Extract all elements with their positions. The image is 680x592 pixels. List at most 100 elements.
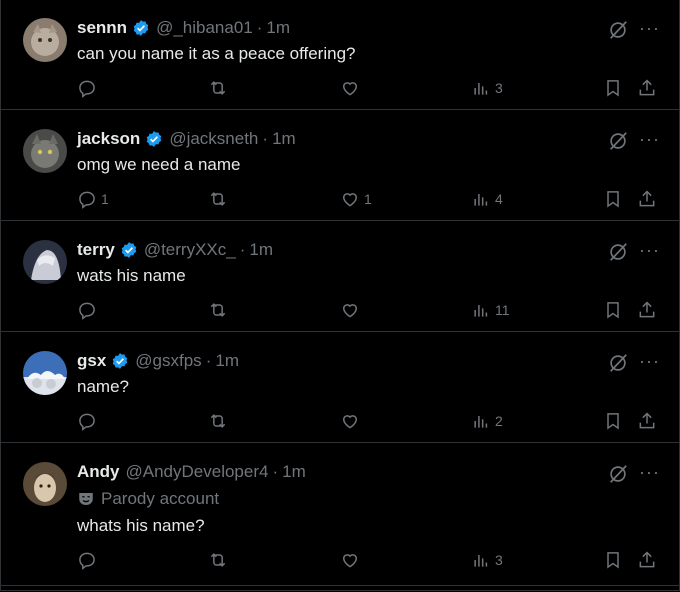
bookmark-button[interactable] [603,550,623,570]
display-name[interactable]: gsx [77,351,106,371]
grok-icon[interactable] [607,241,629,268]
more-icon[interactable]: ··· [639,129,660,150]
views-button[interactable]: 4 [471,189,503,209]
share-icon [639,79,655,96]
timestamp[interactable]: 1m [249,240,273,260]
views-count: 3 [495,80,503,96]
post-header: gsx @gsxfps · 1m [77,351,239,371]
views-count: 2 [495,413,503,429]
like-icon [342,554,358,568]
display-name[interactable]: jackson [77,129,140,149]
views-icon [474,83,488,95]
handle[interactable]: @terryXXc_ [144,240,236,260]
avatar[interactable] [23,129,67,173]
repost-button[interactable] [207,300,229,320]
post[interactable]: jackson @jacksneth · 1m omg we need a na… [1,111,680,221]
timestamp[interactable]: 1m [282,462,306,482]
display-name[interactable]: terry [77,240,115,260]
views-icon [474,194,488,206]
more-icon[interactable]: ··· [639,351,660,372]
timestamp[interactable]: 1m [266,18,290,38]
share-button[interactable] [637,300,657,320]
views-button[interactable]: 2 [471,411,503,431]
views-icon [474,555,488,567]
avatar[interactable] [23,18,67,62]
bookmark-button[interactable] [603,411,623,431]
timestamp[interactable]: 1m [215,351,239,371]
reply-icon [79,413,95,431]
repost-button[interactable] [207,411,229,431]
views-button[interactable]: 11 [471,300,510,320]
grok-icon[interactable] [607,19,629,46]
like-button[interactable] [340,78,364,98]
reply-button[interactable] [77,550,101,570]
reply-button[interactable]: 1 [77,189,109,209]
bookmark-button[interactable] [603,189,623,209]
post-header: terry @terryXXc_ · 1m [77,240,273,260]
reply-button[interactable] [77,411,101,431]
repost-icon [210,192,226,206]
reply-count: 1 [101,191,109,207]
post-header: sennn @_hibana01 · 1m [77,18,290,38]
views-button[interactable]: 3 [471,550,503,570]
post-text: omg we need a name [77,155,241,174]
repost-button[interactable] [207,78,229,98]
share-icon [639,551,655,568]
verified-badge-icon [120,241,138,259]
like-button[interactable]: 1 [340,189,372,209]
share-button[interactable] [637,78,657,98]
like-button[interactable] [340,300,364,320]
views-count: 3 [495,552,503,568]
bookmark-icon [607,191,619,208]
grok-icon[interactable] [607,463,629,490]
action-bar: 3 [1,550,680,574]
parody-label-text: Parody account [101,489,220,508]
share-button[interactable] [637,189,657,209]
post-text: whats his name? [77,516,205,535]
more-icon[interactable]: ··· [639,240,660,261]
parody-label: Parody account [77,489,219,509]
handle[interactable]: @jacksneth [169,129,258,149]
grok-icon[interactable] [607,352,629,379]
post[interactable]: sennn @_hibana01 · 1m can you name it as… [1,0,680,110]
bookmark-icon [607,413,619,430]
reply-button[interactable] [77,78,101,98]
verified-badge-icon [111,352,129,370]
more-icon[interactable]: ··· [639,462,660,483]
display-name[interactable]: Andy [77,462,120,482]
repost-icon [210,81,226,95]
post[interactable]: Andy @AndyDeveloper4 · 1m Parody account… [1,444,680,586]
repost-button[interactable] [207,189,229,209]
reply-icon [79,302,95,320]
action-bar: 3 [1,78,680,102]
avatar[interactable] [23,462,67,506]
timestamp[interactable]: 1m [272,129,296,149]
views-button[interactable]: 3 [471,78,503,98]
repost-icon [210,553,226,567]
bookmark-button[interactable] [603,300,623,320]
share-icon [639,412,655,429]
repost-button[interactable] [207,550,229,570]
repost-icon [210,303,226,317]
reply-button[interactable] [77,300,101,320]
handle[interactable]: @AndyDeveloper4 [126,462,269,482]
like-button[interactable] [340,550,364,570]
separator-dot: · [205,351,212,370]
bookmark-icon [607,302,619,319]
verified-badge-icon [132,19,150,37]
grok-icon[interactable] [607,130,629,157]
display-name[interactable]: sennn [77,18,127,38]
share-button[interactable] [637,550,657,570]
avatar[interactable] [23,240,67,284]
avatar[interactable] [23,351,67,395]
separator-dot: · [262,129,269,148]
handle[interactable]: @_hibana01 [156,18,253,38]
handle[interactable]: @gsxfps [135,351,201,371]
post[interactable]: terry @terryXXc_ · 1m wats his name ··· [1,222,680,332]
bookmark-icon [607,552,619,569]
more-icon[interactable]: ··· [639,18,660,39]
share-button[interactable] [637,411,657,431]
bookmark-button[interactable] [603,78,623,98]
post[interactable]: gsx @gsxfps · 1m name? ··· 2 [1,333,680,443]
like-button[interactable] [340,411,364,431]
